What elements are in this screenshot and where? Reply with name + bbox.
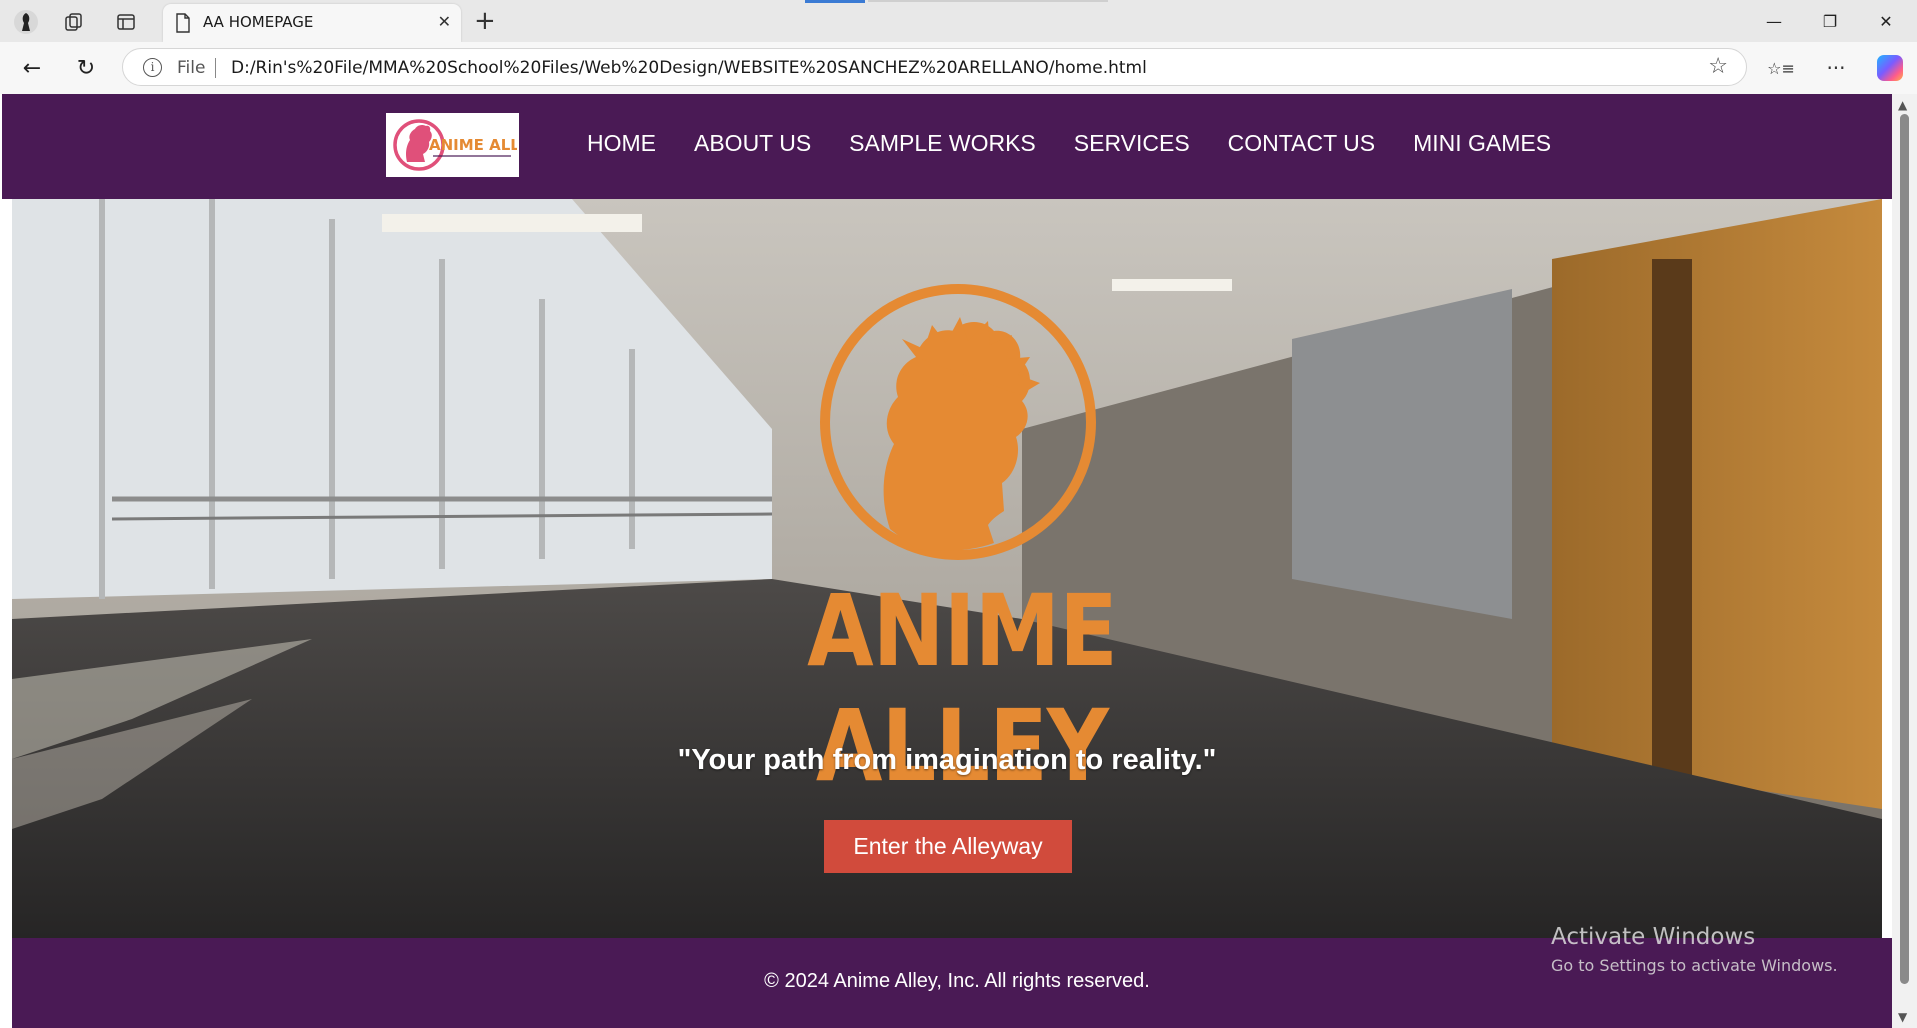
hero-tagline: "Your path from imagination to reality." — [677, 744, 1217, 776]
collections-icon[interactable] — [60, 8, 88, 36]
scheme-label: File — [177, 58, 206, 78]
address-toolbar: ← ↻ i File D:/Rin's%20File/MMA%20School%… — [0, 42, 1917, 94]
nav-mini-games[interactable]: MINI GAMES — [1413, 130, 1551, 157]
more-menu-icon[interactable]: ··· — [1820, 52, 1852, 84]
address-bar[interactable]: i File D:/Rin's%20File/MMA%20School%20Fi… — [122, 48, 1747, 86]
tab-actions-icon[interactable] — [112, 8, 140, 36]
new-tab-button[interactable]: + — [474, 8, 496, 34]
tab-close-icon[interactable]: ✕ — [438, 12, 451, 31]
main-nav: HOME ABOUT US SAMPLE WORKS SERVICES CONT… — [587, 130, 1589, 157]
loading-indicator — [805, 0, 865, 3]
favorite-star-icon[interactable]: ☆ — [1708, 54, 1728, 79]
scroll-up-icon[interactable]: ▲ — [1898, 98, 1907, 112]
nav-sample-works[interactable]: SAMPLE WORKS — [849, 130, 1036, 157]
activate-windows-watermark: Activate Windows Go to Settings to activ… — [1551, 924, 1838, 975]
scroll-down-icon[interactable]: ▼ — [1898, 1010, 1907, 1024]
header-logo[interactable]: ANIME ALLEY — [386, 113, 519, 177]
document-icon — [175, 13, 191, 38]
nav-about-us[interactable]: ABOUT US — [694, 130, 811, 157]
watermark-title: Activate Windows — [1551, 924, 1756, 950]
svg-text:ANIME ALLEY: ANIME ALLEY — [429, 136, 517, 154]
profile-avatar-icon[interactable] — [12, 8, 40, 36]
address-separator — [215, 58, 216, 78]
close-window-button[interactable]: ✕ — [1872, 9, 1900, 33]
page-viewport: ANIME ALLEY HOME ABOUT US SAMPLE WORKS S… — [0, 94, 1917, 1028]
nav-services[interactable]: SERVICES — [1074, 130, 1190, 157]
favorites-icon[interactable]: ☆≡ — [1765, 52, 1797, 84]
copilot-icon[interactable] — [1874, 52, 1906, 84]
loading-track — [868, 0, 1108, 2]
back-button[interactable]: ← — [16, 52, 48, 84]
tab-title: AA HOMEPAGE — [203, 13, 314, 31]
scroll-thumb[interactable] — [1900, 114, 1909, 984]
watermark-subtitle: Go to Settings to activate Windows. — [1551, 956, 1838, 975]
vertical-scrollbar[interactable]: ▲ ▼ — [1892, 94, 1917, 1028]
site-header: ANIME ALLEY HOME ABOUT US SAMPLE WORKS S… — [2, 94, 1892, 199]
nav-contact-us[interactable]: CONTACT US — [1228, 130, 1375, 157]
restore-button[interactable]: ❐ — [1816, 9, 1844, 33]
url-text[interactable]: D:/Rin's%20File/MMA%20School%20Files/Web… — [231, 58, 1147, 78]
info-icon[interactable]: i — [143, 58, 162, 77]
hero-section: ANIME ALLEY "Your path from imagination … — [12, 199, 1882, 938]
enter-alleyway-button[interactable]: Enter the Alleyway — [824, 820, 1072, 873]
minimize-button[interactable]: — — [1760, 9, 1788, 33]
reload-button[interactable]: ↻ — [70, 52, 102, 84]
nav-home[interactable]: HOME — [587, 130, 656, 157]
browser-titlebar: AA HOMEPAGE ✕ + — ❐ ✕ — [0, 0, 1917, 42]
tab-homepage[interactable]: AA HOMEPAGE ✕ — [163, 4, 461, 42]
